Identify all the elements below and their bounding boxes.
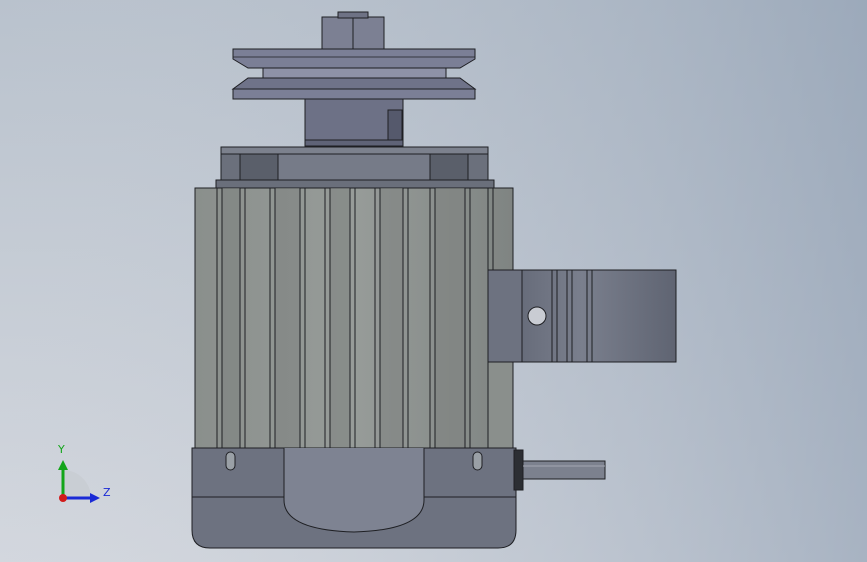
triad-y-label: Y xyxy=(58,443,65,456)
cooling-fin-face xyxy=(435,188,465,448)
triad-z-label: Z xyxy=(103,486,111,499)
triad-origin xyxy=(59,494,67,502)
motor-housing[interactable] xyxy=(194,187,514,449)
end-cap-boss xyxy=(283,448,425,533)
pulley-flange-bottom xyxy=(232,88,476,100)
mounting-slot-left xyxy=(225,451,236,471)
cooling-fin-face xyxy=(275,188,300,448)
hub-keyway xyxy=(387,109,403,141)
cooling-fin-face xyxy=(380,188,403,448)
cooling-fin-face xyxy=(222,188,240,448)
terminal-bracket[interactable] xyxy=(487,269,677,363)
pulley-groove xyxy=(262,67,447,79)
pulley-flange-top xyxy=(232,48,476,69)
motor-top-cap[interactable] xyxy=(215,146,495,189)
mounting-slot-right xyxy=(472,451,483,471)
model-canvas[interactable] xyxy=(0,0,867,562)
cooling-fin-face xyxy=(330,188,350,448)
3d-viewport[interactable]: Y Z xyxy=(0,0,867,562)
rear-shaft[interactable] xyxy=(522,460,606,480)
mounting-hole xyxy=(527,306,547,326)
motor-bottom-cap[interactable] xyxy=(191,447,524,549)
